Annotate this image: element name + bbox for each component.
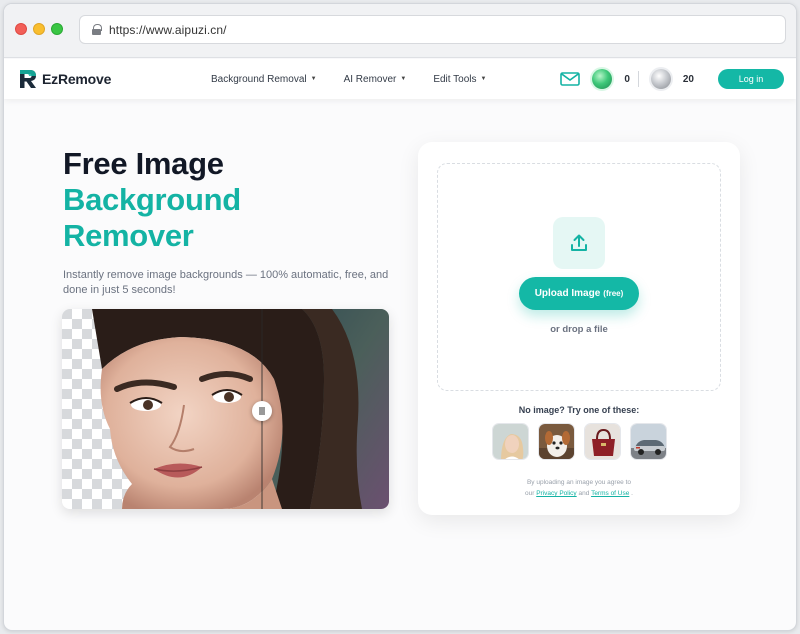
green-credit-icon[interactable] (592, 69, 613, 89)
dog-thumbnail (539, 424, 574, 459)
terms-end: . (631, 490, 633, 497)
drag-handle-icon (259, 407, 265, 415)
sample-image-woman[interactable] (492, 423, 529, 460)
caret-down-icon: ▼ (400, 76, 407, 82)
ezremove-logo-icon (18, 69, 38, 89)
terms-line2: our Privacy Policy and Terms of Use . (418, 488, 740, 499)
privacy-policy-link[interactable]: Privacy Policy (536, 490, 576, 497)
compare-slider-handle[interactable] (252, 401, 272, 421)
menu-label: AI Remover (343, 73, 397, 85)
silver-credit-count: 20 (682, 73, 694, 85)
sample-image-car[interactable] (630, 423, 667, 460)
hero-title: Free Image Background Remover (63, 146, 241, 254)
demo-image (62, 309, 389, 509)
browser-window: https://www.aipuzi.cn/ EzRemove Backgrou… (3, 3, 797, 631)
hero-title-line2: Background (63, 182, 241, 217)
maximize-window-button[interactable] (51, 23, 63, 35)
address-bar[interactable]: https://www.aipuzi.cn/ (79, 15, 786, 44)
browser-toolbar: https://www.aipuzi.cn/ (4, 4, 796, 58)
login-button[interactable]: Log in (718, 69, 784, 89)
handbag-thumbnail (585, 424, 620, 459)
drop-zone[interactable]: Upload Image (free) or drop a file (437, 163, 721, 391)
menu-background-removal[interactable]: Background Removal ▼ (211, 74, 317, 85)
drop-file-text: or drop a file (550, 324, 608, 335)
menu-ai-remover[interactable]: AI Remover ▼ (344, 74, 407, 85)
brand-name: EzRemove (42, 71, 112, 87)
upload-card: Upload Image (free) or drop a file No im… (418, 142, 740, 515)
sample-image-dog[interactable] (538, 423, 575, 460)
sample-images (492, 423, 676, 460)
sample-images-label: No image? Try one of these: (518, 405, 640, 415)
menu-label: Background Removal (211, 73, 307, 85)
terms-of-use-link[interactable]: Terms of Use (591, 490, 629, 497)
brand-logo[interactable]: EzRemove (17, 68, 111, 90)
header-divider (637, 71, 639, 87)
terms-notice: By uploading an image you agree to our P… (418, 477, 740, 499)
caret-down-icon: ▼ (310, 76, 317, 82)
menu-edit-tools[interactable]: Edit Tools ▼ (433, 74, 486, 85)
url-text: https://www.aipuzi.cn/ (109, 22, 227, 37)
woman-thumbnail (493, 424, 528, 459)
hero-title-line1: Free Image (63, 146, 224, 181)
upload-button-suffix: (free) (603, 289, 624, 298)
caret-down-icon: ▼ (480, 76, 487, 82)
terms-line1: By uploading an image you agree to (526, 479, 632, 486)
close-window-button[interactable] (15, 23, 27, 35)
upload-icon-box[interactable] (553, 217, 605, 269)
mail-icon[interactable] (560, 72, 581, 86)
car-thumbnail (631, 424, 666, 459)
green-credit-count: 0 (624, 73, 630, 85)
main-menu: Background Removal ▼ AI Remover ▼ Edit T… (211, 59, 513, 99)
upload-icon (571, 234, 587, 251)
silver-credit-icon[interactable] (650, 69, 671, 89)
before-after-demo[interactable] (62, 309, 389, 509)
menu-label: Edit Tools (433, 73, 477, 85)
site-header: EzRemove Background Removal ▼ AI Remover… (4, 59, 796, 99)
sample-image-handbag[interactable] (584, 423, 621, 460)
upload-button-label: Upload Image (534, 288, 601, 299)
hero-title-line3: Remover (63, 218, 194, 253)
terms-our: our (525, 490, 535, 497)
minimize-window-button[interactable] (33, 23, 45, 35)
hero-subtitle: Instantly remove image backgrounds — 100… (63, 269, 389, 296)
upload-image-button[interactable]: Upload Image (free) (519, 277, 639, 310)
lock-icon (92, 24, 102, 35)
terms-and: and (578, 490, 590, 497)
header-tools: 0 20 Log in (560, 59, 784, 99)
